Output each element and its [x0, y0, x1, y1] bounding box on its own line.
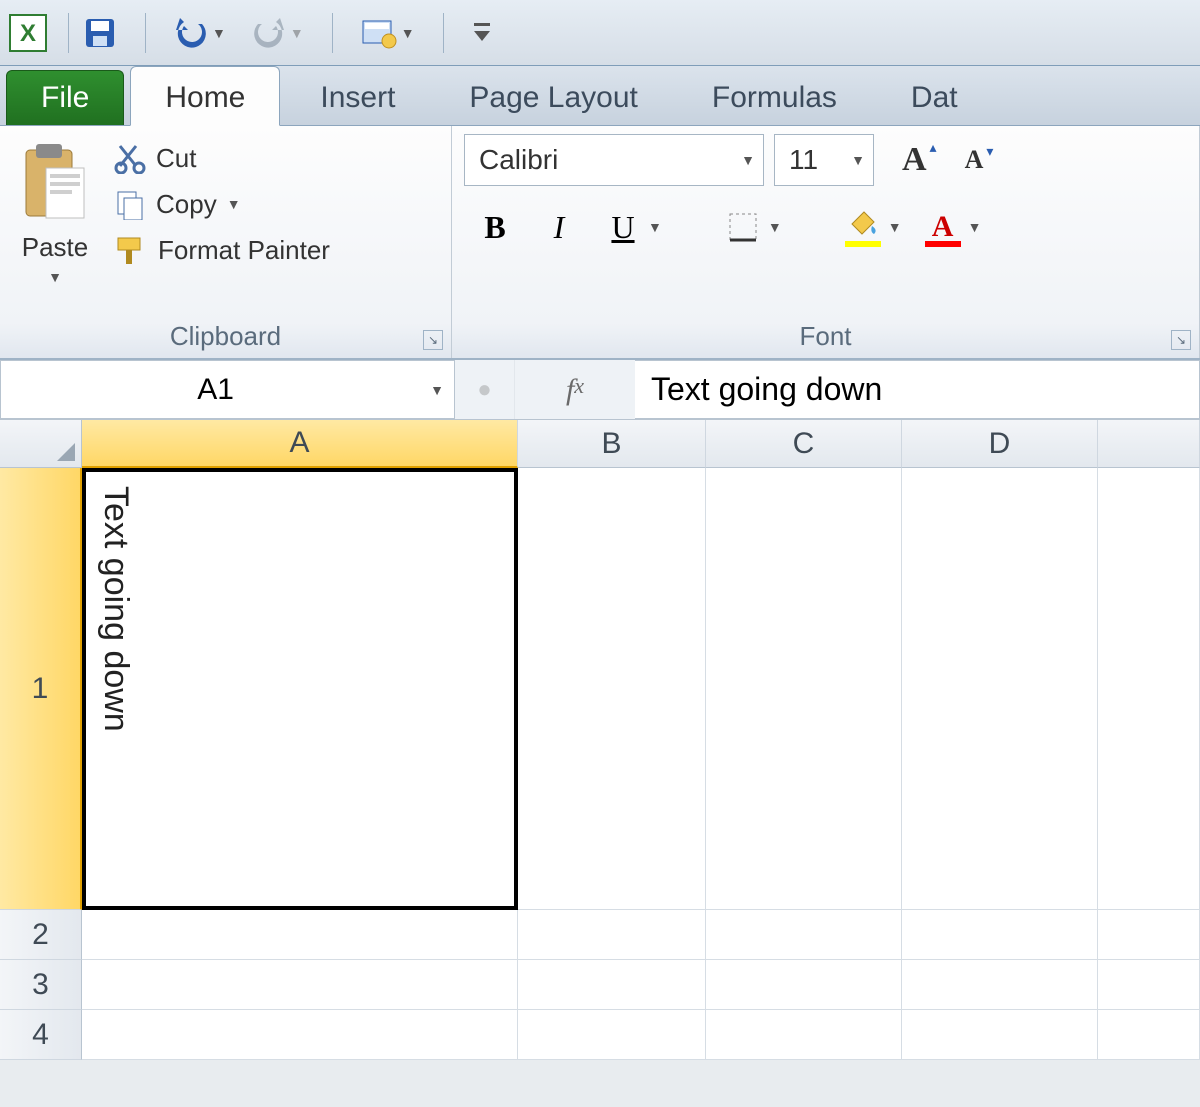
row-header-3[interactable]: 3 [0, 960, 82, 1010]
cell-E2[interactable] [1098, 910, 1200, 960]
bold-button[interactable]: B [472, 204, 518, 250]
cell-C2[interactable] [706, 910, 902, 960]
paint-bucket-icon [848, 210, 878, 244]
cut-label: Cut [156, 143, 196, 174]
font-name-value: Calibri [479, 144, 558, 176]
cell-C4[interactable] [706, 1010, 902, 1060]
cells-area[interactable]: Text going down [82, 468, 1200, 1060]
cell-D2[interactable] [902, 910, 1098, 960]
cell-A2[interactable] [82, 910, 518, 960]
cell-A4[interactable] [82, 1010, 518, 1060]
font-size-combo[interactable]: 11 ▼ [774, 134, 874, 186]
dropdown-icon[interactable]: ▼ [227, 196, 241, 212]
cell-A3[interactable] [82, 960, 518, 1010]
group-label-clipboard: Clipboard [12, 315, 439, 354]
worksheet-grid: A B C D 1 2 3 4 Text going down [0, 420, 1200, 1060]
dropdown-icon[interactable]: ▼ [851, 152, 865, 168]
dropdown-icon[interactable]: ▼ [290, 25, 304, 41]
row-headers: 1 2 3 4 [0, 468, 82, 1060]
format-painter-label: Format Painter [158, 235, 330, 266]
column-headers: A B C D [0, 420, 1200, 468]
cell-B1[interactable] [518, 468, 706, 910]
name-box[interactable]: A1 ▼ [0, 360, 455, 419]
tab-formulas[interactable]: Formulas [678, 67, 871, 125]
shrink-font-button[interactable]: A▾ [965, 145, 984, 175]
cell-E4[interactable] [1098, 1010, 1200, 1060]
dropdown-icon[interactable]: ▼ [212, 25, 226, 41]
font-name-combo[interactable]: Calibri ▼ [464, 134, 764, 186]
undo-button[interactable]: ▼ [168, 14, 232, 52]
select-all-corner[interactable] [0, 420, 82, 468]
tab-page-layout[interactable]: Page Layout [435, 67, 671, 125]
formula-bar-value: Text going down [651, 371, 882, 408]
clipboard-dialog-launcher[interactable]: ↘ [423, 330, 443, 350]
font-color-button[interactable]: A ▼ [920, 204, 982, 250]
grow-font-button[interactable]: A▴ [902, 141, 927, 179]
redo-button[interactable]: ▼ [246, 14, 310, 52]
cell-B2[interactable] [518, 910, 706, 960]
ribbon-tabs: File Home Insert Page Layout Formulas Da… [0, 66, 1200, 126]
tab-insert[interactable]: Insert [286, 67, 429, 125]
customize-qat-button[interactable] [466, 17, 498, 49]
copy-button[interactable]: Copy ▼ [110, 186, 334, 222]
fill-color-button[interactable]: ▼ [840, 204, 902, 250]
cell-C3[interactable] [706, 960, 902, 1010]
column-header-B[interactable]: B [518, 420, 706, 468]
column-header-extra[interactable] [1098, 420, 1200, 468]
paste-button[interactable]: Paste ▼ [12, 134, 98, 315]
dropdown-icon[interactable]: ▼ [968, 219, 982, 235]
cell-E3[interactable] [1098, 960, 1200, 1010]
group-font: Calibri ▼ 11 ▼ A▴ A▾ B I U ▼ [452, 126, 1200, 358]
dropdown-icon[interactable]: ▼ [648, 219, 662, 235]
cell-B3[interactable] [518, 960, 706, 1010]
italic-button[interactable]: I [536, 204, 582, 250]
title-bar: X ▼ ▼ ▼ [0, 0, 1200, 66]
dropdown-icon[interactable]: ▼ [741, 152, 755, 168]
cell-B4[interactable] [518, 1010, 706, 1060]
dropdown-icon[interactable]: ▼ [430, 382, 444, 398]
dropdown-icon[interactable]: ▼ [888, 219, 902, 235]
row-header-2[interactable]: 2 [0, 910, 82, 960]
open-recent-button[interactable]: ▼ [355, 13, 421, 53]
cell-A1[interactable]: Text going down [82, 468, 518, 910]
column-header-A[interactable]: A [82, 420, 518, 468]
cell-D3[interactable] [902, 960, 1098, 1010]
font-size-value: 11 [789, 144, 818, 176]
font-dialog-launcher[interactable]: ↘ [1171, 330, 1191, 350]
cut-button[interactable]: Cut [110, 140, 334, 176]
dropdown-icon[interactable]: ▼ [401, 25, 415, 41]
name-box-value: A1 [1, 373, 430, 407]
tab-data[interactable]: Dat [877, 67, 992, 125]
row-header-4[interactable]: 4 [0, 1010, 82, 1060]
format-painter-button[interactable]: Format Painter [110, 232, 334, 268]
column-header-C[interactable]: C [706, 420, 902, 468]
border-button[interactable]: ▼ [720, 204, 782, 250]
dropdown-icon[interactable]: ▼ [48, 269, 62, 285]
cell-E1[interactable] [1098, 468, 1200, 910]
tab-file[interactable]: File [6, 70, 124, 125]
insert-function-button[interactable]: fx [515, 360, 635, 419]
dropdown-icon[interactable]: ▼ [768, 219, 782, 235]
row-header-1[interactable]: 1 [0, 468, 82, 910]
paste-label: Paste [22, 232, 89, 263]
group-label-font: Font [464, 315, 1187, 354]
ribbon-home: Paste ▼ Cut Copy ▼ Format Painter C [0, 126, 1200, 360]
tab-home[interactable]: Home [130, 66, 280, 126]
formula-bar-input[interactable]: Text going down [635, 360, 1200, 419]
column-header-D[interactable]: D [902, 420, 1098, 468]
cancel-formula-button[interactable]: ● [455, 360, 515, 419]
group-clipboard: Paste ▼ Cut Copy ▼ Format Painter C [0, 126, 452, 358]
formula-bar-row: A1 ▼ ● fx Text going down [0, 360, 1200, 420]
quick-access-toolbar: ▼ ▼ ▼ [77, 12, 498, 54]
excel-logo-icon: X [6, 11, 50, 55]
cell-A1-value: Text going down [86, 472, 145, 746]
cell-D1[interactable] [902, 468, 1098, 910]
underline-button[interactable]: U ▼ [600, 204, 662, 250]
copy-label: Copy [156, 189, 217, 220]
cell-C1[interactable] [706, 468, 902, 910]
svg-text:X: X [20, 20, 36, 47]
save-button[interactable] [77, 12, 123, 54]
cell-D4[interactable] [902, 1010, 1098, 1060]
